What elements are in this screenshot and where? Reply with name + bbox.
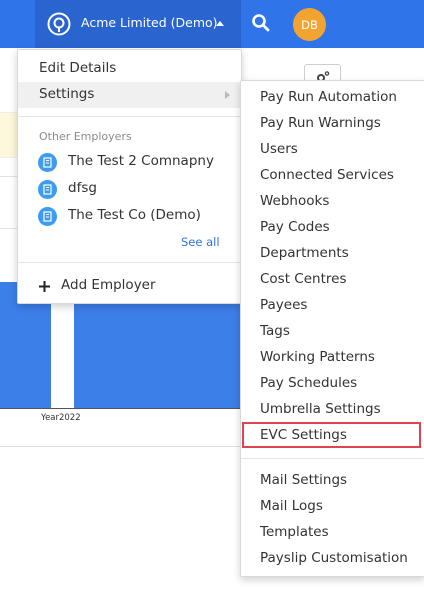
employer-item[interactable]: The Test 2 Comnapny <box>18 149 241 175</box>
settings-item-pay-run-warnings[interactable]: Pay Run Warnings <box>241 111 424 137</box>
employer-item[interactable]: The Test Co (Demo) <box>18 203 241 229</box>
chart-axis <box>0 408 240 409</box>
settings-item-cost-centres[interactable]: Cost Centres <box>241 267 424 293</box>
settings-item-umbrella-settings[interactable]: Umbrella Settings <box>241 397 424 423</box>
menu-divider <box>18 116 241 117</box>
user-avatar[interactable]: DB <box>293 8 326 41</box>
building-icon <box>38 153 57 172</box>
settings-item-working-patterns[interactable]: Working Patterns <box>241 345 424 371</box>
other-employers-heading: Other Employers <box>39 130 132 143</box>
menu-item-settings[interactable]: Settings <box>18 82 241 108</box>
settings-item-users[interactable]: Users <box>241 137 424 163</box>
settings-item-webhooks[interactable]: Webhooks <box>241 189 424 215</box>
settings-item-pay-codes[interactable]: Pay Codes <box>241 215 424 241</box>
settings-item-pay-run-automation[interactable]: Pay Run Automation <box>241 85 424 111</box>
building-icon <box>38 180 57 199</box>
settings-submenu: Pay Run Automation Pay Run Warnings User… <box>240 80 424 577</box>
settings-item-departments[interactable]: Departments <box>241 241 424 267</box>
plus-icon <box>39 281 50 292</box>
settings-item-mail-settings[interactable]: Mail Settings <box>241 468 424 494</box>
chevron-right-icon <box>225 91 230 99</box>
settings-item-tags[interactable]: Tags <box>241 319 424 345</box>
app-logo-icon <box>47 12 71 36</box>
employer-item[interactable]: dfsg <box>18 176 241 202</box>
settings-item-connected-services[interactable]: Connected Services <box>241 163 424 189</box>
search-icon[interactable] <box>251 13 271 33</box>
settings-item-templates[interactable]: Templates <box>241 520 424 546</box>
chart-x-label: Year2022 <box>41 413 81 423</box>
settings-item-pay-schedules[interactable]: Pay Schedules <box>241 371 424 397</box>
building-icon <box>38 207 57 226</box>
settings-item-payslip-customisation[interactable]: Payslip Customisation <box>241 546 424 572</box>
menu-item-edit-details[interactable]: Edit Details <box>18 56 241 82</box>
add-employer-button[interactable]: Add Employer <box>18 274 241 300</box>
menu-divider <box>18 262 241 263</box>
caret-up-icon <box>216 21 224 26</box>
employer-switcher[interactable]: Acme Limited (Demo) <box>35 0 241 48</box>
menu-divider <box>241 458 424 459</box>
highlight-box <box>242 422 421 448</box>
settings-item-mail-logs[interactable]: Mail Logs <box>241 494 424 520</box>
top-bar: Acme Limited (Demo) DB <box>0 0 424 48</box>
current-employer-name: Acme Limited (Demo) <box>81 15 218 30</box>
employer-dropdown-menu: Edit Details Settings Other Employers Th… <box>17 49 242 304</box>
see-all-link[interactable]: See all <box>181 235 220 249</box>
settings-item-payees[interactable]: Payees <box>241 293 424 319</box>
